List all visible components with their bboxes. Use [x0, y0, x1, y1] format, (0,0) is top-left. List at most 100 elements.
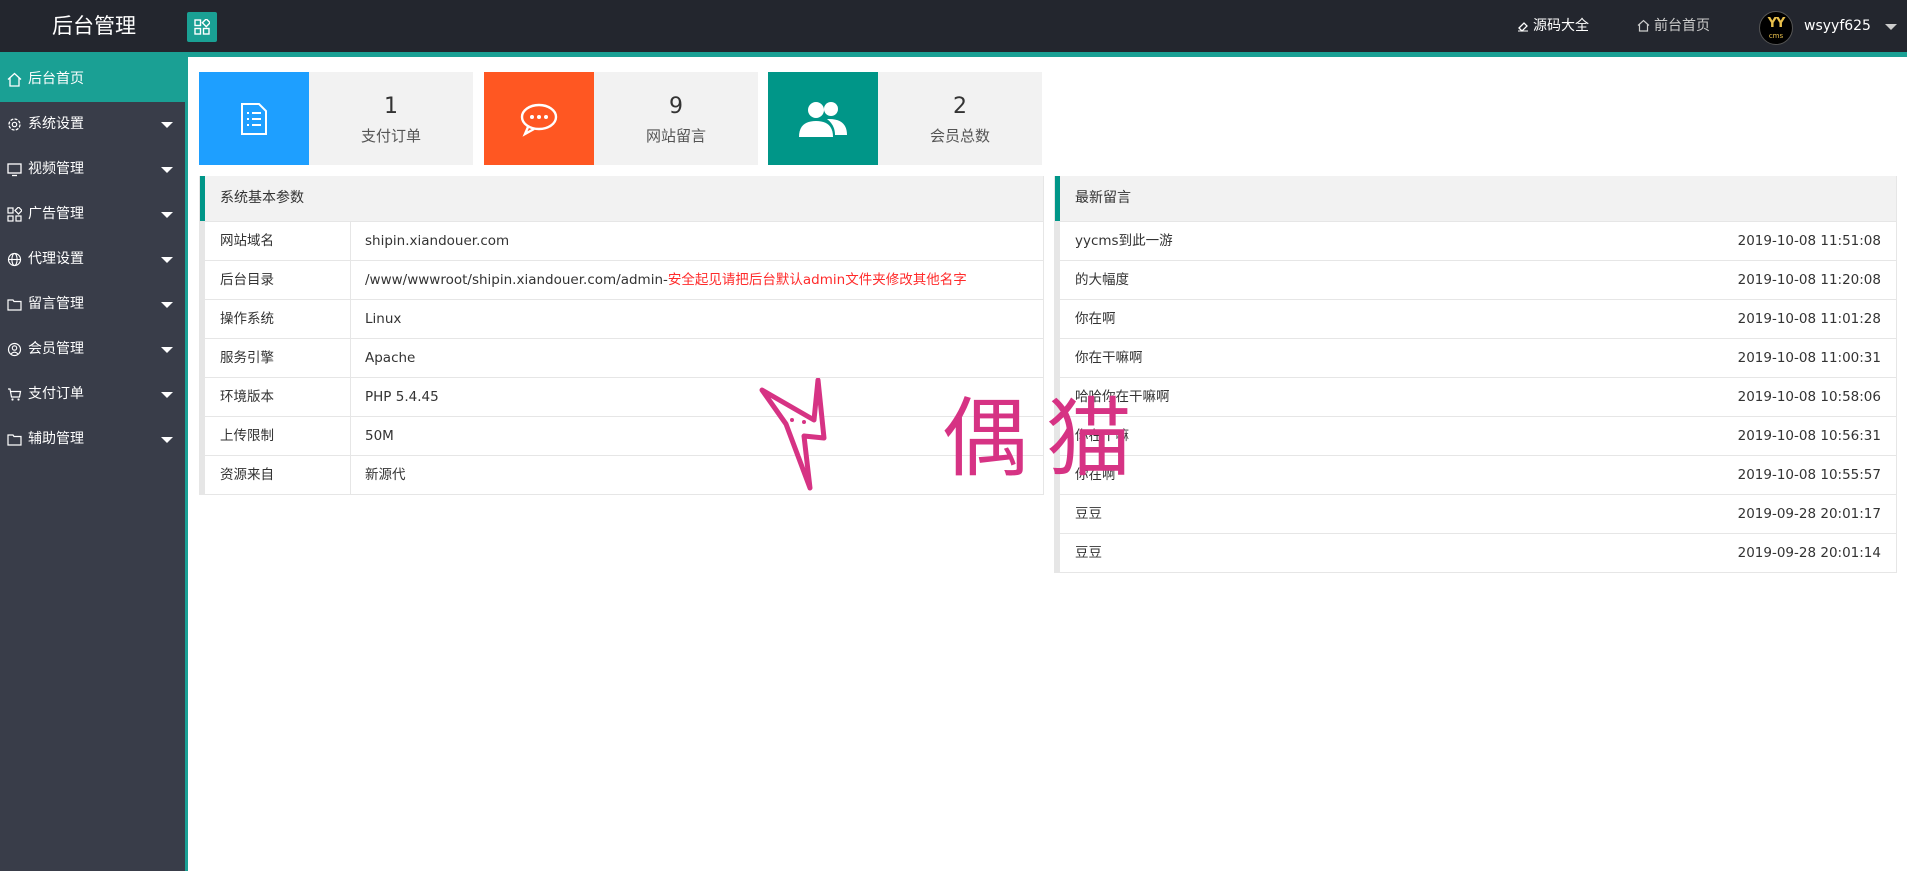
header-accent-bar: [0, 52, 1907, 57]
param-value: Apache: [365, 350, 416, 366]
message-text: 的大幅度: [1075, 272, 1129, 288]
globe-icon: [7, 252, 22, 267]
sidebar-item-proxy[interactable]: 代理设置: [0, 237, 185, 282]
stat-value: 2: [953, 94, 967, 119]
param-key: 网站域名: [220, 233, 274, 249]
chevron-down-icon: [161, 212, 173, 218]
param-value: Linux: [365, 311, 402, 327]
sidebar-item-orders[interactable]: 支付订单: [0, 372, 185, 417]
sidebar-item-messages[interactable]: 留言管理: [0, 282, 185, 327]
eraser-icon: [1518, 22, 1528, 32]
chevron-down-icon: [161, 437, 173, 443]
message-time: 2019-10-08 10:56:31: [1737, 428, 1881, 444]
param-value: /www/wwwroot/shipin.xiandouer.com/admin-…: [365, 272, 967, 288]
list-item[interactable]: 你在干嘛 2019-10-08 10:56:31: [1055, 416, 1896, 455]
param-value: 新源代: [365, 467, 406, 483]
list-item[interactable]: 你在啊 2019-10-08 11:01:28: [1055, 299, 1896, 338]
nav-yuanma-link[interactable]: 源码大全: [1517, 0, 1589, 52]
message-time: 2019-10-08 11:00:31: [1737, 350, 1881, 366]
panel-title: 系统基本参数: [200, 176, 1043, 221]
list-item[interactable]: 豆豆 2019-09-28 20:01:17: [1055, 494, 1896, 533]
user-menu[interactable]: wsyyf625: [1804, 0, 1871, 52]
system-params-panel: 系统基本参数 网站域名 shipin.xiandouer.com 后台目录 /w…: [199, 176, 1044, 495]
app-logo[interactable]: 后台管理: [0, 0, 188, 52]
nav-front-link[interactable]: 前台首页: [1637, 0, 1710, 52]
sidebar-item-label: 视频管理: [28, 161, 84, 177]
avatar[interactable]: YY cms: [1759, 11, 1793, 45]
chevron-down-icon: [161, 257, 173, 263]
stat-card-orders[interactable]: 1 支付订单: [199, 72, 473, 165]
message-time: 2019-10-08 11:51:08: [1737, 233, 1881, 249]
sidebar-item-label: 辅助管理: [28, 431, 84, 447]
chevron-down-icon[interactable]: [1885, 24, 1897, 30]
message-time: 2019-09-28 20:01:17: [1737, 506, 1881, 522]
gear-icon: [8, 118, 21, 131]
sidebar-item-label: 广告管理: [28, 206, 84, 222]
chevron-down-icon: [161, 122, 173, 128]
panel-title: 最新留言: [1055, 176, 1896, 221]
param-key: 环境版本: [220, 389, 274, 405]
sidebar-item-members[interactable]: 会员管理: [0, 327, 185, 372]
stat-label: 支付订单: [360, 127, 421, 145]
grid-icon: [194, 19, 210, 35]
sidebar-item-home[interactable]: 后台首页: [0, 57, 185, 102]
cart-icon: [8, 388, 22, 401]
chat-icon: [520, 103, 558, 137]
message-text: 你在啊: [1075, 467, 1116, 483]
chevron-down-icon: [161, 347, 173, 353]
stat-card-members[interactable]: 2 会员总数: [768, 72, 1042, 165]
security-warning: 安全起见请把后台默认admin文件夹修改其他名字: [667, 272, 967, 288]
top-header: 后台管理 源码大全 前台首页 YY cms wsyyf625: [0, 0, 1907, 57]
message-text: 你在干嘛: [1075, 428, 1129, 444]
list-item[interactable]: 哈哈你在干嘛啊 2019-10-08 10:58:06: [1055, 377, 1896, 416]
sidebar-item-ads[interactable]: 广告管理: [0, 192, 185, 237]
table-row: 上传限制 50M: [200, 416, 1043, 455]
sidebar-item-label: 代理设置: [28, 251, 84, 267]
message-text: 豆豆: [1075, 506, 1102, 522]
chevron-down-icon: [161, 302, 173, 308]
users-icon: [799, 101, 847, 137]
stat-label: 会员总数: [929, 127, 990, 145]
stat-card-messages[interactable]: 9 网站留言: [484, 72, 758, 165]
stat-label: 网站留言: [645, 127, 706, 145]
nav-front-label: 前台首页: [1654, 18, 1710, 34]
table-row: 资源来自 新源代: [200, 455, 1043, 494]
message-time: 2019-10-08 11:01:28: [1737, 311, 1881, 327]
avatar-cms-text: cms: [1768, 32, 1784, 40]
table-row: 服务引擎 Apache: [200, 338, 1043, 377]
table-row: 后台目录 /www/wwwroot/shipin.xiandouer.com/a…: [200, 260, 1043, 299]
sidebar-item-system-settings[interactable]: 系统设置: [0, 102, 185, 147]
list-item[interactable]: 你在干嘛啊 2019-10-08 11:00:31: [1055, 338, 1896, 377]
sidebar-item-aux[interactable]: 辅助管理: [0, 417, 185, 462]
stat-icon-box: [484, 72, 594, 165]
message-time: 2019-10-08 10:55:57: [1737, 467, 1881, 483]
message-time: 2019-10-08 11:20:08: [1737, 272, 1881, 288]
avatar-yy-text: YY: [1767, 16, 1786, 31]
nav-yuanma-label: 源码大全: [1533, 18, 1589, 34]
list-item[interactable]: yycms到此一游 2019-10-08 11:51:08: [1055, 221, 1896, 260]
param-key: 操作系统: [220, 311, 274, 327]
list-item[interactable]: 的大幅度 2019-10-08 11:20:08: [1055, 260, 1896, 299]
list-item[interactable]: 豆豆 2019-09-28 20:01:14: [1055, 533, 1896, 572]
sidebar-item-video[interactable]: 视频管理: [0, 147, 185, 192]
folder-icon: [7, 299, 22, 311]
param-key: 服务引擎: [220, 350, 274, 366]
user-icon: [7, 342, 22, 357]
table-row: 环境版本 PHP 5.4.45: [200, 377, 1043, 416]
stat-value: 1: [384, 94, 398, 119]
param-value: 50M: [365, 428, 394, 444]
param-key: 后台目录: [220, 272, 274, 288]
sidebar-item-label: 支付订单: [28, 386, 84, 402]
stat-icon-box: [199, 72, 309, 165]
sidebar-item-label: 留言管理: [28, 296, 84, 312]
latest-messages-panel: 最新留言 yycms到此一游 2019-10-08 11:51:08 的大幅度 20…: [1054, 176, 1897, 573]
chevron-down-icon: [161, 392, 173, 398]
sidebar: 后台首页 系统设置 视频管理 广告管理 代理设置 留言管理 会员管理 支付订单 …: [0, 57, 188, 871]
message-time: 2019-09-28 20:01:14: [1737, 545, 1881, 561]
message-text: 豆豆: [1075, 545, 1102, 561]
list-item[interactable]: 你在啊 2019-10-08 10:55:57: [1055, 455, 1896, 494]
param-value: shipin.xiandouer.com: [365, 233, 510, 249]
table-row: 网站域名 shipin.xiandouer.com: [200, 221, 1043, 260]
menu-toggle-button[interactable]: [187, 12, 217, 42]
param-value: PHP 5.4.45: [365, 389, 439, 405]
